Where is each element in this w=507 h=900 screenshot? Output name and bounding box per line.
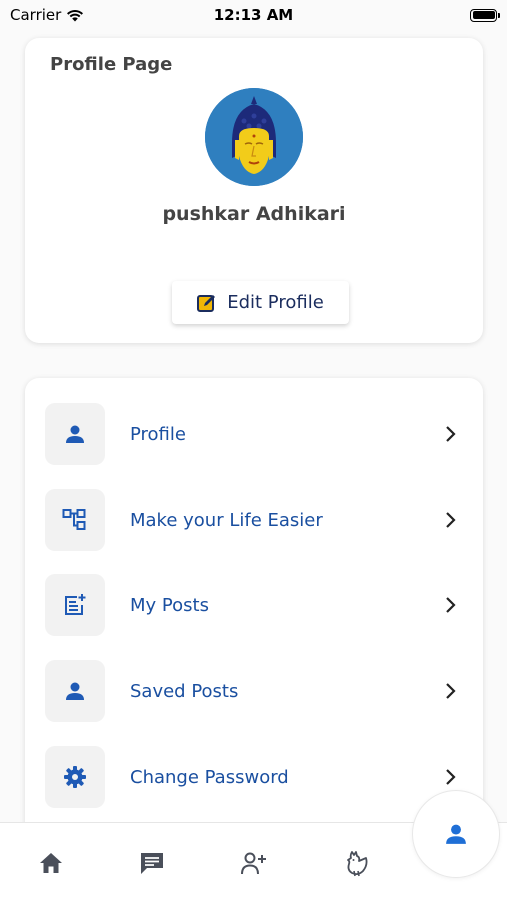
menu-item-label: Profile: [130, 423, 186, 445]
user-name: pushkar Adhikari: [162, 203, 346, 225]
chevron-right-icon: [443, 768, 457, 786]
profile-card: Profile Page pushkar Adhikari Edit Profi…: [25, 38, 483, 343]
edit-icon: [197, 293, 217, 313]
menu-icon-box: [45, 403, 105, 465]
chevron-right-icon: [443, 425, 457, 443]
menu-card: Profile Make your Life Easier My Posts S…: [25, 378, 483, 838]
person-icon: [66, 682, 84, 700]
rooster-icon[interactable]: [342, 849, 370, 877]
chat-icon[interactable]: [138, 849, 166, 877]
status-bar: Carrier 12:13 AM: [0, 0, 507, 30]
edit-profile-button[interactable]: Edit Profile: [172, 281, 349, 324]
menu-item-label: Saved Posts: [130, 680, 239, 702]
menu-icon-box: [45, 489, 105, 551]
hierarchy-icon: [62, 509, 86, 530]
page-title: Profile Page: [50, 54, 173, 75]
post-add-icon: [65, 594, 86, 615]
menu-item-saved-posts[interactable]: Saved Posts: [45, 660, 465, 722]
status-left: Carrier: [10, 6, 84, 24]
wifi-icon: [66, 9, 84, 22]
menu-icon-box: [45, 746, 105, 808]
menu-item-my-posts[interactable]: My Posts: [45, 574, 465, 636]
menu-icon-box: [45, 574, 105, 636]
profile-tab-button[interactable]: [412, 790, 500, 878]
battery-icon: [470, 8, 500, 22]
gear-icon: [64, 766, 86, 788]
person-icon: [66, 425, 84, 443]
chevron-right-icon: [443, 596, 457, 614]
menu-item-label: Make your Life Easier: [130, 509, 323, 531]
avatar[interactable]: [205, 88, 303, 186]
home-icon[interactable]: [37, 849, 65, 877]
profile-icon: [445, 823, 467, 845]
buddha-avatar-image: [205, 88, 303, 186]
edit-profile-label: Edit Profile: [227, 292, 324, 313]
menu-item-label: Change Password: [130, 766, 289, 788]
menu-item-change-password[interactable]: Change Password: [45, 746, 465, 808]
chevron-right-icon: [443, 682, 457, 700]
menu-item-make-life-easier[interactable]: Make your Life Easier: [45, 489, 465, 551]
menu-icon-box: [45, 660, 105, 722]
add-user-icon[interactable]: [240, 849, 268, 877]
menu-item-profile[interactable]: Profile: [45, 403, 465, 465]
carrier-label: Carrier: [10, 6, 62, 24]
chevron-right-icon: [443, 511, 457, 529]
menu-item-label: My Posts: [130, 594, 209, 616]
